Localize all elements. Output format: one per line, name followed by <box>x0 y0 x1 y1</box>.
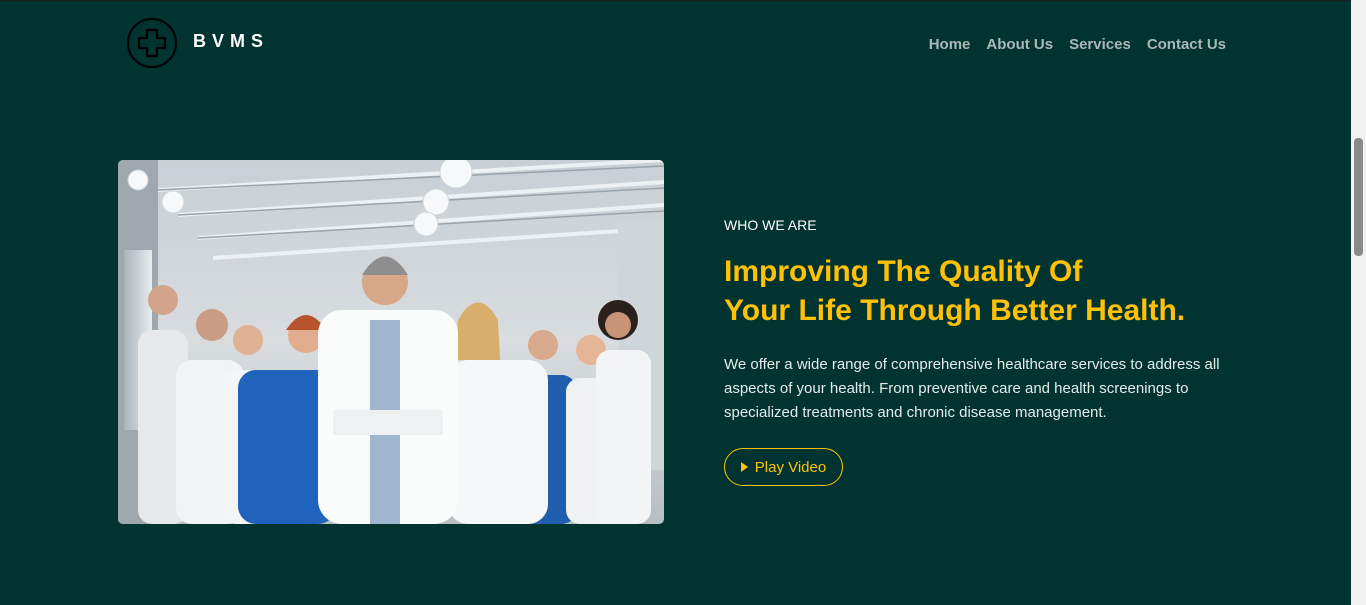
hero-description: We offer a wide range of comprehensive h… <box>724 356 1220 421</box>
nav-services[interactable]: Services <box>1069 36 1131 53</box>
section-eyebrow: WHO WE ARE <box>724 217 817 233</box>
scrollbar-thumb[interactable] <box>1354 138 1363 256</box>
logo[interactable] <box>127 18 177 68</box>
headline-line-2: Your Life Through Better Health. <box>724 294 1186 327</box>
page-scrollbar[interactable] <box>1351 0 1366 605</box>
hero-headline: Improving The Quality Of Your Life Throu… <box>724 252 1185 330</box>
play-video-button[interactable]: Play Video <box>724 448 843 486</box>
nav-contact-us[interactable]: Contact Us <box>1147 36 1226 53</box>
brand-name[interactable]: BVMS <box>193 31 269 52</box>
main-nav: Home About Us Services Contact Us <box>929 36 1226 53</box>
nav-home[interactable]: Home <box>929 36 971 53</box>
headline-line-1: Improving The Quality Of <box>724 255 1083 288</box>
play-triangle-icon <box>740 462 748 472</box>
medical-team-photo <box>118 160 664 524</box>
page: BVMS Home About Us Services Contact Us W… <box>0 0 1351 605</box>
medical-cross-icon <box>137 28 167 58</box>
play-video-label: Play Video <box>754 458 827 476</box>
nav-about-us[interactable]: About Us <box>986 36 1053 53</box>
